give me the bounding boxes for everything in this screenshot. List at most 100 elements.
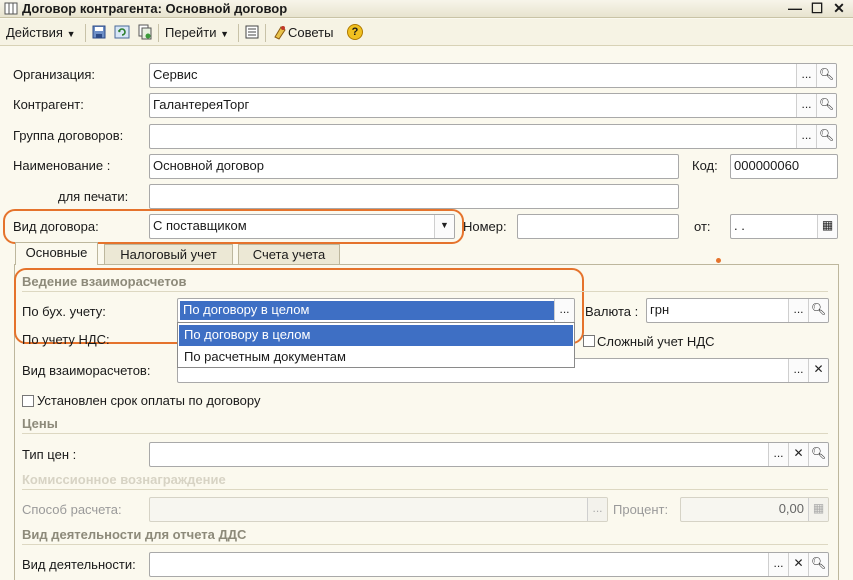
contract-group-field[interactable]: ... 🔍︎	[149, 124, 837, 149]
currency-select-button[interactable]: ...	[788, 299, 808, 322]
contract-type-value: С поставщиком	[153, 218, 247, 233]
price-type-field[interactable]: ... ✕ 🔍︎	[149, 442, 829, 467]
refresh-icon[interactable]	[114, 24, 130, 40]
activity-field[interactable]: ... ✕ 🔍︎	[149, 552, 829, 577]
complex-vat-label: Сложный учет НДС	[597, 334, 715, 349]
contract-group-label: Группа договоров:	[13, 128, 124, 143]
close-button[interactable]: ✕	[830, 0, 848, 18]
name-value: Основной договор	[153, 158, 264, 173]
counterparty-value: ГалантереяТорг	[153, 97, 250, 112]
tab-accounts[interactable]: Счета учета	[238, 244, 340, 265]
code-value: 000000060	[734, 158, 800, 173]
tips-icon	[274, 26, 286, 40]
accounting-label: По бух. учету:	[22, 304, 106, 319]
number-label: Номер:	[463, 219, 507, 234]
goto-menu[interactable]: Перейти ▼	[165, 23, 229, 43]
toolbar: Действия ▼ Перейти ▼ Советы ?	[0, 19, 853, 46]
dds-section-title: Вид деятельности для отчета ДДС	[22, 527, 247, 542]
marker-dot	[716, 258, 721, 263]
calc-method-label: Способ расчета:	[22, 502, 122, 517]
section-divider	[22, 433, 828, 434]
calendar-icon[interactable]: ▦	[817, 215, 837, 238]
actions-menu[interactable]: Действия ▼	[6, 23, 76, 43]
number-field[interactable]	[517, 214, 679, 239]
window-title: Договор контрагента: Основной договор	[22, 1, 288, 16]
section-divider	[22, 291, 828, 292]
accounting-combo[interactable]: По договору в целом ...	[177, 298, 575, 323]
copy-document-icon[interactable]	[137, 24, 153, 40]
accounting-select-button[interactable]: ...	[554, 299, 574, 322]
minimize-button[interactable]: —	[786, 0, 804, 18]
counterparty-select-button[interactable]: ...	[796, 94, 816, 117]
form-icon	[4, 2, 18, 15]
chevron-down-icon[interactable]: ▼	[434, 215, 454, 238]
section-divider	[22, 544, 828, 545]
toolbar-divider	[85, 24, 86, 42]
print-name-label: для печати:	[58, 189, 129, 204]
clear-icon[interactable]: ✕	[788, 443, 808, 466]
price-type-label: Тип цен :	[22, 447, 77, 462]
contract-group-select-button[interactable]: ...	[796, 125, 816, 148]
name-field[interactable]: Основной договор	[149, 154, 679, 179]
toolbar-divider	[265, 24, 266, 42]
search-icon[interactable]: 🔍︎	[816, 125, 836, 148]
date-field[interactable]: . . ▦	[730, 214, 838, 239]
price-type-select-button[interactable]: ...	[768, 443, 788, 466]
percent-value: 0,00	[778, 501, 804, 516]
tips-button[interactable]: Советы	[272, 23, 333, 43]
search-icon[interactable]: 🔍︎	[808, 553, 828, 576]
settlement-type-label: Вид взаиморасчетов:	[22, 363, 151, 378]
help-icon[interactable]: ?	[347, 24, 363, 40]
search-icon[interactable]: 🔍︎	[816, 94, 836, 117]
actions-label: Действия	[6, 25, 63, 40]
section-divider	[22, 489, 828, 490]
activity-select-button[interactable]: ...	[768, 553, 788, 576]
tab-tax-accounting[interactable]: Налоговый учет	[104, 244, 233, 265]
goto-label: Перейти	[165, 25, 217, 40]
vat-accounting-label: По учету НДС:	[22, 332, 110, 347]
calculator-icon: ▦	[808, 498, 828, 521]
save-icon[interactable]	[91, 24, 107, 40]
accounting-value: По договору в целом	[180, 301, 554, 320]
organization-label: Организация:	[13, 67, 96, 82]
contract-type-label: Вид договора:	[13, 219, 99, 234]
currency-field[interactable]: грн ... 🔍︎	[646, 298, 829, 323]
chevron-down-icon: ▼	[220, 29, 230, 39]
date-value: . .	[734, 218, 745, 233]
counterparty-field[interactable]: ГалантереяТорг ... 🔍︎	[149, 93, 837, 118]
percent-field: 0,00 ▦	[680, 497, 829, 522]
title-bar: Договор контрагента: Основной договор — …	[0, 0, 853, 18]
dropdown-option[interactable]: По расчетным документам	[179, 347, 573, 368]
maximize-button[interactable]: ☐	[808, 0, 826, 18]
organization-field[interactable]: Сервис ... 🔍︎	[149, 63, 837, 88]
tips-label: Советы	[288, 25, 334, 40]
settlements-section-title: Ведение взаиморасчетов	[22, 274, 187, 289]
calc-method-field: ...	[149, 497, 608, 522]
search-icon[interactable]: 🔍︎	[816, 64, 836, 87]
payment-term-checkbox[interactable]	[22, 395, 34, 407]
calc-method-select-button: ...	[587, 498, 607, 521]
settlement-type-select-button[interactable]: ...	[788, 359, 808, 382]
complex-vat-checkbox[interactable]	[583, 335, 595, 347]
date-label: от:	[694, 219, 711, 234]
search-icon[interactable]: 🔍︎	[808, 443, 828, 466]
toolbar-divider	[238, 24, 239, 42]
clear-icon[interactable]: ✕	[788, 553, 808, 576]
organization-value: Сервис	[153, 67, 198, 82]
print-name-field[interactable]	[149, 184, 679, 209]
counterparty-label: Контрагент:	[13, 97, 84, 112]
code-field[interactable]: 000000060	[730, 154, 838, 179]
currency-value: грн	[650, 302, 670, 317]
accounting-dropdown-list: По договору в целом По расчетным докумен…	[177, 322, 575, 368]
currency-label: Валюта :	[585, 304, 639, 319]
clear-icon[interactable]: ✕	[808, 359, 828, 382]
tab-main[interactable]: Основные	[15, 242, 98, 265]
organization-select-button[interactable]: ...	[796, 64, 816, 87]
search-icon[interactable]: 🔍︎	[808, 299, 828, 322]
chevron-down-icon: ▼	[66, 29, 76, 39]
contract-type-combo[interactable]: С поставщиком ▼	[149, 214, 455, 239]
activity-label: Вид деятельности:	[22, 557, 136, 572]
list-structure-icon[interactable]	[244, 24, 260, 40]
dropdown-option[interactable]: По договору в целом	[179, 325, 573, 346]
code-label: Код:	[692, 158, 718, 173]
